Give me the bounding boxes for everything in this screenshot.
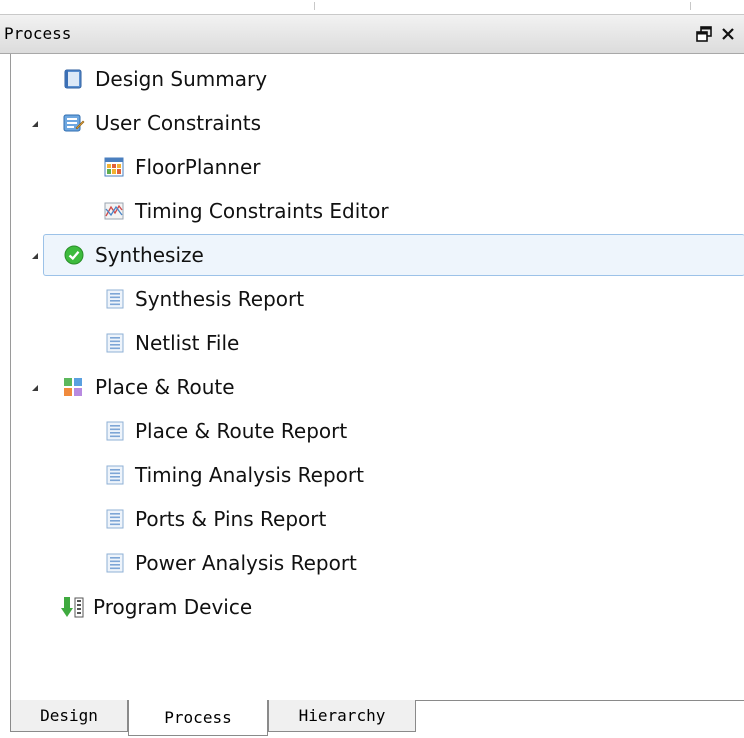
tab-process[interactable]: Process	[128, 700, 268, 736]
tree-item-synthesize[interactable]: Synthesize	[43, 234, 744, 276]
report-document-icon	[106, 509, 126, 529]
design-summary-icon	[63, 69, 83, 89]
user-constraints-icon	[63, 113, 85, 133]
tree-item-floorplanner[interactable]: FloorPlanner	[11, 147, 744, 187]
report-document-icon	[106, 289, 126, 309]
tree-item-label: Synthesize	[95, 243, 204, 267]
tree-item-ports-pins-report[interactable]: Ports & Pins Report	[11, 499, 744, 539]
tree-item-netlist-file[interactable]: Netlist File	[11, 323, 744, 363]
tree-item-label: Design Summary	[95, 67, 268, 91]
tree-item-power-analysis-report[interactable]: Power Analysis Report	[11, 543, 744, 583]
tree-item-label: FloorPlanner	[135, 155, 261, 179]
divider	[690, 2, 691, 10]
check-circle-icon	[64, 245, 84, 265]
process-tree: Design Summary User Constraints FloorPla…	[10, 54, 744, 700]
tree-item-program-device[interactable]: Program Device	[11, 587, 744, 627]
tab-label: Design	[40, 706, 98, 725]
tree-item-label: Synthesis Report	[135, 287, 305, 311]
close-icon[interactable]	[718, 22, 738, 46]
top-strip	[0, 0, 744, 14]
tree-item-place-route-report[interactable]: Place & Route Report	[11, 411, 744, 451]
tree-item-label: Place & Route	[95, 375, 235, 399]
tree-item-label: Power Analysis Report	[135, 551, 357, 575]
place-route-icon	[63, 377, 83, 397]
float-window-icon[interactable]	[694, 22, 714, 46]
collapse-arrow-icon[interactable]	[32, 385, 38, 391]
collapse-arrow-icon[interactable]	[32, 121, 38, 127]
panel-title: Process	[4, 24, 72, 43]
tree-item-label: Program Device	[93, 595, 253, 619]
report-document-icon	[106, 553, 126, 573]
tab-label: Hierarchy	[298, 706, 386, 725]
tree-item-timing-analysis-report[interactable]: Timing Analysis Report	[11, 455, 744, 495]
tree-item-label: Timing Analysis Report	[135, 463, 364, 487]
tree-item-label: User Constraints	[95, 111, 262, 135]
tab-design[interactable]: Design	[10, 700, 128, 732]
timing-constraints-icon	[104, 201, 124, 221]
tree-item-label: Ports & Pins Report	[135, 507, 327, 531]
tree-item-user-constraints[interactable]: User Constraints	[11, 103, 744, 143]
divider	[314, 2, 315, 10]
tree-item-timing-constraints-editor[interactable]: Timing Constraints Editor	[11, 191, 744, 231]
report-document-icon	[106, 333, 126, 353]
tab-label: Process	[164, 708, 232, 727]
tab-hierarchy[interactable]: Hierarchy	[268, 700, 416, 732]
tree-item-place-route[interactable]: Place & Route	[11, 367, 744, 407]
program-device-icon	[61, 596, 84, 618]
tree-item-label: Netlist File	[135, 331, 240, 355]
panel-header: Process	[0, 14, 744, 54]
collapse-arrow-icon[interactable]	[32, 253, 38, 259]
tree-item-synthesis-report[interactable]: Synthesis Report	[11, 279, 744, 319]
tree-item-label: Timing Constraints Editor	[135, 199, 389, 223]
floorplanner-icon	[104, 157, 124, 177]
tree-item-design-summary[interactable]: Design Summary	[11, 59, 744, 99]
report-document-icon	[106, 465, 126, 485]
report-document-icon	[106, 421, 126, 441]
tree-item-label: Place & Route Report	[135, 419, 348, 443]
